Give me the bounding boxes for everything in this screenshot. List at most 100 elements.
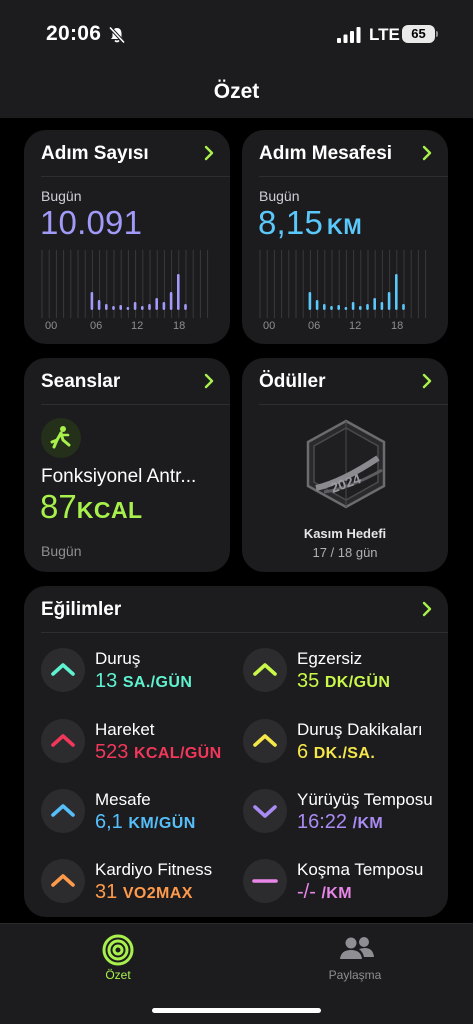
divider <box>41 404 230 405</box>
trend-item[interactable]: Koşma Temposu -/- /KM <box>243 855 448 915</box>
trend-label: Yürüyüş Temposu <box>297 790 433 809</box>
chart-bar <box>133 302 137 310</box>
trend-value-unit: DK./SA. <box>313 745 376 762</box>
distance-card-title: Adım Mesafesi <box>259 143 393 164</box>
divider <box>41 176 230 177</box>
tick-label: 06 <box>308 320 320 332</box>
trend-value: 16:22 /KM <box>297 811 383 834</box>
distance-value: 8,15 KM <box>258 204 362 242</box>
chart-bar <box>351 302 355 310</box>
silent-bell-icon <box>108 26 126 44</box>
trend-value: 31 VO2MAX <box>95 881 193 904</box>
divider <box>259 176 448 177</box>
tick-label: 00 <box>45 320 57 332</box>
battery-icon: 65 <box>402 25 435 43</box>
chevron-right-icon <box>204 373 214 389</box>
chart-bar <box>373 298 376 310</box>
trends-card[interactable]: Eğilimler Duruş 13 SA./GÜN Egzersiz 35 DK/G… <box>24 586 448 917</box>
trend-value-number: 31 <box>95 881 118 903</box>
trend-value-number: 6 <box>297 741 309 763</box>
network-type: LTE <box>369 25 400 44</box>
trends-card-title: Eğilimler <box>41 599 122 620</box>
steps-value: 10.091 <box>40 204 143 241</box>
monthly-challenge-badge-icon: 2024 <box>306 419 386 509</box>
trend-value: -/- /KM <box>297 881 352 904</box>
status-bar: 20:06 LTE 65 <box>0 0 473 70</box>
trend-up-arrow-icon <box>243 719 287 763</box>
chart-bar <box>395 274 398 310</box>
trend-value-unit: SA./GÜN <box>122 674 193 691</box>
trend-label: Hareket <box>95 720 155 739</box>
sharing-people-icon <box>340 937 374 959</box>
activity-rings-icon <box>102 934 134 966</box>
activity-calories-unit: KCAL <box>76 497 143 523</box>
trend-value-unit: KM/GÜN <box>128 815 196 832</box>
chart-bar <box>184 304 187 310</box>
trend-item[interactable]: Duruş Dakikaları 6 DK./SA. <box>243 715 448 775</box>
steps-card-title: Adım Sayısı <box>41 143 149 164</box>
signal-bars-icon <box>337 27 361 43</box>
divider <box>41 632 448 633</box>
trend-value: 13 SA./GÜN <box>95 670 192 693</box>
chart-bar <box>337 305 340 310</box>
trend-item[interactable]: Duruş 13 SA./GÜN <box>41 644 251 704</box>
trend-value-number: 13 <box>95 670 118 692</box>
chart-bar <box>119 305 122 310</box>
chart-bar <box>126 307 130 310</box>
activity-name: Fonksiyonel Antr... <box>41 466 197 487</box>
trend-item[interactable]: Kardiyo Fitness 31 VO2MAX <box>41 855 251 915</box>
trend-value: 6,1 KM/GÜN <box>95 811 196 834</box>
distance-unit: KM <box>327 214 363 239</box>
trend-down-arrow-icon <box>243 789 287 833</box>
trend-up-arrow-icon <box>41 719 85 763</box>
chart-bar <box>330 306 333 310</box>
distance-day-label: Bugün <box>259 188 300 204</box>
activity-calories-number: 87 <box>40 488 77 525</box>
trend-flat-icon <box>243 859 287 903</box>
chevron-right-icon <box>204 145 214 161</box>
status-time: 20:06 <box>46 22 102 45</box>
trend-label: Egzersiz <box>297 649 363 668</box>
chart-bar <box>155 298 158 310</box>
trend-value-number: -/- <box>297 881 316 903</box>
steps-day-label: Bugün <box>41 188 82 204</box>
distance-number: 8,15 <box>258 204 324 241</box>
chart-bar <box>402 304 405 310</box>
trend-value-unit: /KM <box>321 885 352 902</box>
trend-item[interactable]: Egzersiz 35 DK/GÜN <box>243 644 448 704</box>
awards-card[interactable]: Ödüller 2024 Kasım Hedefi 17 / 18 gün <box>242 358 448 572</box>
tick-label: 18 <box>391 320 403 332</box>
trend-item[interactable]: Hareket 523 KCAL/GÜN <box>41 715 251 775</box>
chart-bar <box>380 302 384 310</box>
chart-bar <box>105 304 108 310</box>
chart-bar <box>323 304 326 310</box>
tick-label: 18 <box>173 320 185 332</box>
steps-card[interactable]: Adım Sayısı Bugün 10.091 00 06 12 18 <box>24 130 230 344</box>
functional-training-icon <box>41 418 81 458</box>
chart-bar <box>141 306 144 310</box>
chart-bar <box>359 306 362 310</box>
trend-item[interactable]: Mesafe 6,1 KM/GÜN <box>41 785 251 845</box>
tick-label: 12 <box>349 320 361 332</box>
chart-bar <box>162 302 166 310</box>
trend-item[interactable]: Yürüyüş Temposu 16:22 /KM <box>243 785 448 845</box>
trend-label: Duruş <box>95 649 141 668</box>
distance-hourly-chart: 00 06 12 18 <box>259 250 427 332</box>
chevron-right-icon <box>422 373 432 389</box>
badge-name: Kasım Hedefi <box>303 526 387 541</box>
divider <box>259 404 448 405</box>
trend-up-arrow-icon <box>243 648 287 692</box>
chart-bar <box>148 304 151 310</box>
chevron-right-icon <box>422 145 432 161</box>
trend-value-unit: /KM <box>352 815 384 832</box>
chart-bar <box>97 300 101 310</box>
trend-value: 35 DK/GÜN <box>297 670 390 693</box>
distance-card[interactable]: Adım Mesafesi Bugün 8,15 KM 00 06 12 18 <box>242 130 448 344</box>
activity-date: Bugün <box>41 543 82 559</box>
sessions-card[interactable]: Seanslar Fonksiyonel Antr... 87KCAL Bugü… <box>24 358 230 572</box>
home-indicator <box>152 1008 321 1013</box>
tick-label: 12 <box>131 320 143 332</box>
chart-bar <box>387 292 391 310</box>
chart-bar <box>112 306 115 310</box>
chevron-right-icon <box>422 601 432 617</box>
